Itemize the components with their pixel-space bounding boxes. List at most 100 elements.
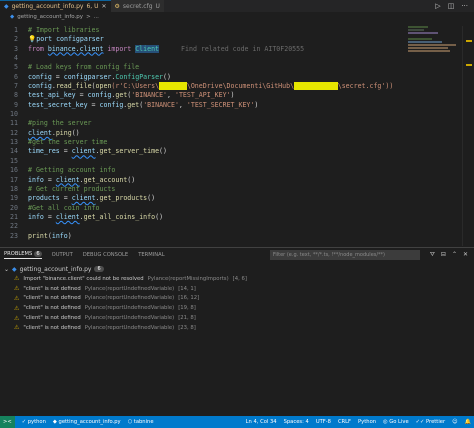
remote-indicator[interactable]: >< xyxy=(0,416,15,428)
code-token: binance.client xyxy=(47,44,104,53)
problem-message: Import "binance.client" could not be res… xyxy=(23,275,144,282)
minimap-line xyxy=(408,44,456,46)
code-token: Client xyxy=(135,44,160,53)
tab-label: getting_account_info.py xyxy=(11,3,84,10)
code-line: time_res = client.get_server_time() xyxy=(28,147,393,156)
line-number: 4 xyxy=(14,54,18,63)
code-token: , xyxy=(167,91,175,100)
problem-item[interactable]: ⚠ Import "binance.client" could not be r… xyxy=(0,274,474,284)
cursor-position[interactable]: Ln 4, Col 34 xyxy=(246,419,277,425)
lightbulb-icon[interactable]: 💡 xyxy=(28,35,36,43)
code-token: 'BINANCE' xyxy=(131,91,168,100)
code-line: info = client.get_account() xyxy=(28,176,393,185)
problem-file-count: 6 xyxy=(94,266,104,272)
code-token: = xyxy=(43,175,56,184)
code-token: time_res xyxy=(28,147,60,156)
code-token: products xyxy=(28,194,60,203)
warning-icon: ⚠ xyxy=(14,304,20,312)
comment: #get the server time xyxy=(28,138,108,147)
tab-problems[interactable]: PROBLEMS 6 xyxy=(4,251,42,259)
breadcrumb-more[interactable]: ... xyxy=(94,14,99,20)
problem-position: [21, 8] xyxy=(178,315,196,322)
encoding[interactable]: UTF-8 xyxy=(316,419,331,425)
bell-icon[interactable]: 🔔 xyxy=(465,419,471,425)
problem-item[interactable]: ⚠ "client" is not defined Pylance(report… xyxy=(0,284,474,294)
python-env[interactable]: ✓ python xyxy=(22,419,46,425)
tab-secret-cfg[interactable]: ⚙ secret.cfg U xyxy=(110,0,164,12)
collapse-all-icon[interactable]: ⊟ xyxy=(441,251,446,259)
tab-debug-console[interactable]: DEBUG CONSOLE xyxy=(83,252,128,258)
go-live[interactable]: ◎ Go Live xyxy=(383,419,409,425)
warning-icon: ⚠ xyxy=(14,294,20,302)
line-number: 9 xyxy=(14,100,18,109)
split-editor-icon[interactable]: ◫ xyxy=(448,2,455,10)
problem-file-group[interactable]: ⌄ ◆ getting_account_info.py 6 xyxy=(0,264,474,274)
code-line: #ping the server xyxy=(28,119,393,128)
minimap-line xyxy=(408,50,450,52)
line-ending[interactable]: CRLF xyxy=(338,419,351,425)
warning-icon: ⚠ xyxy=(14,314,20,322)
comment: # Import libraries xyxy=(28,26,100,34)
code-token: info xyxy=(28,175,44,184)
code-editor[interactable]: 1 2 3 4 5 6 7 8 9 10 11 12 13 14 15 16 1… xyxy=(0,26,474,246)
problem-item[interactable]: ⚠ "client" is not defined Pylance(report… xyxy=(0,323,474,333)
more-actions-icon[interactable]: ··· xyxy=(461,2,468,10)
code-line: #get the server time xyxy=(28,138,393,147)
tabnine-status[interactable]: ⬡ tabnine xyxy=(128,419,154,425)
code-line: test_api_key = config.get('BINANCE', 'TE… xyxy=(28,91,393,100)
close-icon[interactable]: ✕ xyxy=(463,251,468,259)
account-icon[interactable]: ☺ xyxy=(452,419,457,425)
warning-icon: ⚠ xyxy=(14,285,20,293)
tab-output[interactable]: OUTPUT xyxy=(52,252,73,258)
line-number: 17 xyxy=(10,175,18,184)
code-line: config = configparser.ConfigParser() xyxy=(28,73,393,82)
tab-terminal[interactable]: TERMINAL xyxy=(138,252,164,258)
editor-scrollbar[interactable] xyxy=(462,26,474,246)
breadcrumb: ◆ getting_account_info.py > ... xyxy=(0,12,474,22)
code-token: get_account xyxy=(83,175,128,184)
problem-source: Pylance(reportUndefinedVariable) xyxy=(84,324,175,331)
line-number: 3 xyxy=(14,44,18,53)
problems-filter-input[interactable]: Filter (e.g. text, **/*.ts, !**/node_mod… xyxy=(269,250,420,260)
tab-status: 6, U xyxy=(86,3,99,10)
code-token: config xyxy=(87,91,112,100)
code-token: test_secret_key xyxy=(28,100,88,109)
redaction-mark: xxxxxxx xyxy=(159,82,187,91)
problem-item[interactable]: ⚠ "client" is not defined Pylance(report… xyxy=(0,313,474,323)
breadcrumb-file[interactable]: getting_account_info.py xyxy=(17,14,83,20)
code-token: = xyxy=(59,194,72,203)
code-token: ping xyxy=(55,128,72,137)
problem-item[interactable]: ⚠ "client" is not defined Pylance(report… xyxy=(0,303,474,313)
language-mode[interactable]: Python xyxy=(358,419,376,425)
problem-message: "client" is not defined xyxy=(23,295,81,302)
close-icon[interactable]: ✕ xyxy=(101,3,106,10)
code-line: # Get current products xyxy=(28,185,393,194)
code-token: client xyxy=(71,194,96,203)
problem-item[interactable]: ⚠ "client" is not defined Pylance(report… xyxy=(0,294,474,304)
code-token: ) xyxy=(67,231,72,240)
minimap[interactable] xyxy=(408,26,458,86)
comment: # Getting account info xyxy=(28,166,116,175)
prettier-status[interactable]: ✓✓ Prettier xyxy=(416,419,445,425)
problem-position: [4, 6] xyxy=(232,275,247,282)
problem-message: "client" is not defined xyxy=(23,315,81,322)
code-token: () xyxy=(71,128,80,137)
code-token: () xyxy=(163,72,171,81)
active-file[interactable]: ◆ getting_account_info.py xyxy=(53,419,121,425)
filter-icon[interactable]: ⛛ xyxy=(430,251,435,259)
python-file-icon: ◆ xyxy=(4,3,9,10)
tabnine-icon: ⬡ xyxy=(127,419,133,425)
tab-label: PROBLEMS xyxy=(4,251,33,257)
tab-getting-account-info[interactable]: ◆ getting_account_info.py 6, U ✕ xyxy=(0,0,111,12)
code-line: config.read_file(open(r'C:\Users\xxxxxxx… xyxy=(28,82,393,91)
line-number: 16 xyxy=(10,166,18,175)
code-token: config xyxy=(28,82,52,91)
code-token: \OneDrive\Documenti\GitHub\ xyxy=(186,82,295,91)
bottom-panel: PROBLEMS 6 OUTPUT DEBUG CONSOLE TERMINAL … xyxy=(0,247,474,416)
active-file-label: getting_account_info.py xyxy=(58,419,121,425)
maximize-panel-icon[interactable]: ⌃ xyxy=(452,251,457,259)
code-lines[interactable]: # Import libraries 💡port configparser fr… xyxy=(28,26,393,241)
run-icon[interactable]: ▷ xyxy=(435,2,440,10)
code-token: client xyxy=(55,175,80,184)
indentation[interactable]: Spaces: 4 xyxy=(284,419,309,425)
